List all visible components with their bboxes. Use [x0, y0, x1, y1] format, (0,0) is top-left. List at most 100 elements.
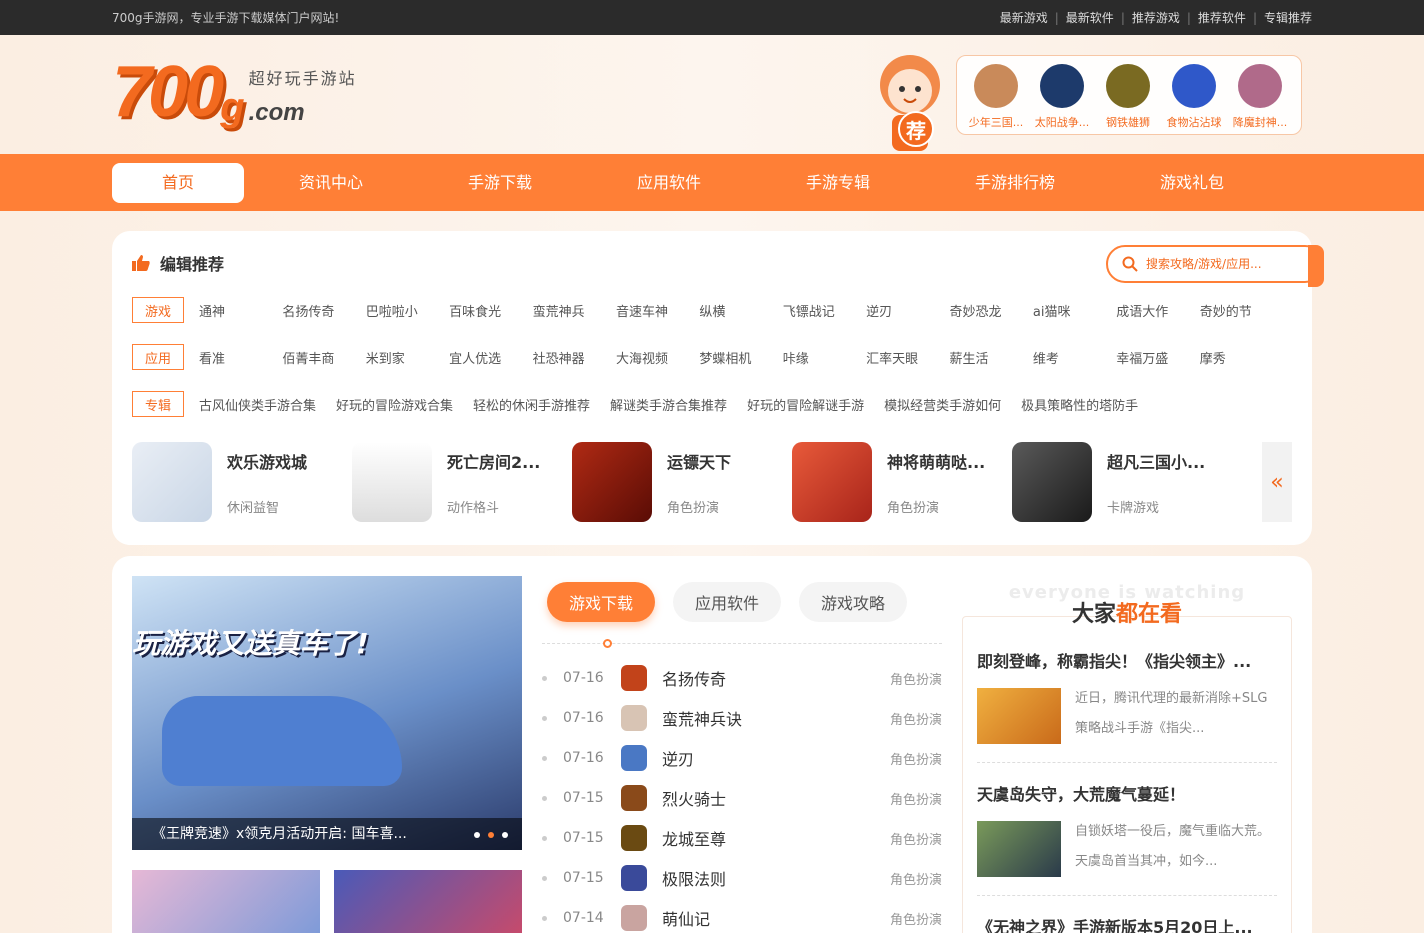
- rec-game-item[interactable]: 食物沾沾球: [1161, 64, 1227, 134]
- album-link[interactable]: 解谜类手游合集推荐: [610, 395, 727, 414]
- banner-caption[interactable]: 《王牌竞速》x领克月活动开启: 国车喜...: [132, 818, 522, 850]
- app-link[interactable]: 社恐神器: [533, 348, 616, 367]
- app-link[interactable]: 汇率天眼: [866, 348, 949, 367]
- article-thumbnail[interactable]: [977, 688, 1061, 744]
- banner-dot[interactable]: [502, 832, 508, 838]
- rec-game-item[interactable]: 少年三国...: [963, 64, 1029, 134]
- list-item[interactable]: 07-14 萌仙记 角色扮演: [542, 898, 942, 933]
- list-game-name[interactable]: 龙城至尊: [662, 826, 890, 850]
- tag-albums[interactable]: 专辑: [132, 391, 184, 417]
- search-box[interactable]: [1106, 245, 1324, 283]
- banner-slider[interactable]: 玩游戏又送真车了! 《王牌竞速》x领克月活动开启: 国车喜...: [132, 576, 522, 850]
- app-link[interactable]: 大海视频: [616, 348, 699, 367]
- banner-dot-active[interactable]: [488, 832, 494, 838]
- nav-albums[interactable]: 手游专辑: [756, 163, 920, 203]
- search-input[interactable]: [1146, 257, 1306, 271]
- tab-guides[interactable]: 游戏攻略: [799, 582, 908, 622]
- nav-game-download[interactable]: 手游下载: [418, 163, 582, 203]
- game-card-name: 欢乐游戏城: [227, 452, 308, 472]
- app-link[interactable]: 宜人优选: [449, 348, 532, 367]
- top-link-albums[interactable]: 专辑推荐: [1264, 9, 1312, 26]
- rec-game-icon: [1106, 64, 1150, 108]
- game-link[interactable]: 纵横: [699, 301, 782, 320]
- game-link[interactable]: 蛮荒神兵: [533, 301, 616, 320]
- nav-apps[interactable]: 应用软件: [582, 163, 756, 203]
- game-link[interactable]: 成语大作: [1116, 301, 1199, 320]
- game-link[interactable]: 巴啦啦小: [366, 301, 449, 320]
- album-link[interactable]: 极具策略性的塔防手: [1021, 395, 1138, 414]
- list-item[interactable]: 07-16 蛮荒神兵诀 角色扮演: [542, 698, 942, 738]
- top-link-rec-games[interactable]: 推荐游戏: [1132, 9, 1180, 26]
- top-link-new-apps[interactable]: 最新软件: [1066, 9, 1114, 26]
- game-card[interactable]: 运镖天下 角色扮演: [572, 442, 792, 522]
- game-link[interactable]: 百味食光: [449, 301, 532, 320]
- app-link[interactable]: 幸福万盛: [1116, 348, 1199, 367]
- app-link[interactable]: 维考: [1033, 348, 1116, 367]
- rec-game-item[interactable]: 钢铁雄狮: [1095, 64, 1161, 134]
- game-card[interactable]: 超凡三国小... 卡牌游戏: [1012, 442, 1232, 522]
- game-card[interactable]: 神将萌萌哒... 角色扮演: [792, 442, 1012, 522]
- album-link[interactable]: 好玩的冒险游戏合集: [336, 395, 453, 414]
- app-link[interactable]: 佰菁丰商: [282, 348, 365, 367]
- nav-home[interactable]: 首页: [112, 162, 244, 203]
- list-item[interactable]: 07-15 极限法则 角色扮演: [542, 858, 942, 898]
- article-title[interactable]: 天虞岛失守，大荒魔气蔓延！: [977, 781, 1277, 805]
- banner-dot[interactable]: [474, 832, 480, 838]
- list-item[interactable]: 07-15 烈火骑士 角色扮演: [542, 778, 942, 818]
- article-item[interactable]: 《无神之界》手游新版本5月20日上...: [977, 914, 1277, 933]
- album-link[interactable]: 模拟经营类手游如何: [884, 395, 1001, 414]
- album-link[interactable]: 轻松的休闲手游推荐: [473, 395, 590, 414]
- article-thumbnail[interactable]: [977, 821, 1061, 877]
- list-game-name[interactable]: 烈火骑士: [662, 786, 890, 810]
- game-link[interactable]: 通神: [199, 301, 282, 320]
- nav-gifts[interactable]: 游戏礼包: [1110, 163, 1274, 203]
- tab-apps[interactable]: 应用软件: [673, 582, 782, 622]
- rec-game-item[interactable]: 太阳战争...: [1029, 64, 1095, 134]
- app-link[interactable]: 薪生活: [950, 348, 1033, 367]
- list-game-name[interactable]: 名扬传奇: [662, 666, 890, 690]
- app-link[interactable]: 看准: [199, 348, 282, 367]
- article-item[interactable]: 即刻登峰，称霸指尖！《指尖领主》... 近日，腾讯代理的最新消除+SLG策略战斗…: [977, 648, 1277, 763]
- nav-rankings[interactable]: 手游排行榜: [920, 163, 1110, 203]
- list-game-name[interactable]: 逆刃: [662, 746, 890, 770]
- nav-news[interactable]: 资讯中心: [244, 163, 418, 203]
- app-link[interactable]: 米到家: [366, 348, 449, 367]
- article-title[interactable]: 即刻登峰，称霸指尖！《指尖领主》...: [977, 648, 1277, 672]
- game-card[interactable]: 死亡房间2... 动作格斗: [352, 442, 572, 522]
- rec-game-item[interactable]: 降魔封神...: [1227, 64, 1293, 134]
- banner-thumbnail[interactable]: [132, 870, 320, 933]
- app-link[interactable]: 摩秀: [1200, 348, 1283, 367]
- banner-thumbnail[interactable]: [334, 870, 522, 933]
- tag-games[interactable]: 游戏: [132, 297, 184, 323]
- list-item[interactable]: 07-15 龙城至尊 角色扮演: [542, 818, 942, 858]
- article-item[interactable]: 天虞岛失守，大荒魔气蔓延！ 自锁妖塔一役后，魔气重临大荒。 天虞岛首当其冲，如今…: [977, 781, 1277, 896]
- album-link[interactable]: 好玩的冒险解谜手游: [747, 395, 864, 414]
- top-link-rec-apps[interactable]: 推荐软件: [1198, 9, 1246, 26]
- game-link[interactable]: 名扬传奇: [282, 301, 365, 320]
- game-card[interactable]: 欢乐游戏城 休闲益智: [132, 442, 352, 522]
- list-game-name[interactable]: 极限法则: [662, 866, 890, 890]
- game-link[interactable]: 奇妙恐龙: [950, 301, 1033, 320]
- tab-game-download[interactable]: 游戏下载: [547, 582, 656, 622]
- app-link[interactable]: 咔缘: [783, 348, 866, 367]
- app-link[interactable]: 梦蝶相机: [699, 348, 782, 367]
- game-link[interactable]: 音速车神: [616, 301, 699, 320]
- recommend-badge: 荐: [898, 111, 934, 147]
- cards-prev-arrow-icon[interactable]: «: [1262, 442, 1292, 522]
- search-icon[interactable]: [1122, 256, 1138, 272]
- article-title[interactable]: 《无神之界》手游新版本5月20日上...: [977, 914, 1277, 933]
- top-link-new-games[interactable]: 最新游戏: [1000, 9, 1048, 26]
- album-link[interactable]: 古风仙侠类手游合集: [199, 395, 316, 414]
- list-game-category: 角色扮演: [889, 872, 942, 888]
- game-link[interactable]: 逆刃: [866, 301, 949, 320]
- game-link[interactable]: ai猫咪: [1033, 301, 1116, 320]
- watching-header: everyone is watching 大家都在看: [962, 582, 1292, 627]
- list-item[interactable]: 07-16 逆刃 角色扮演: [542, 738, 942, 778]
- game-link[interactable]: 奇妙的节: [1200, 301, 1283, 320]
- game-link[interactable]: 飞镖战记: [783, 301, 866, 320]
- list-item[interactable]: 07-16 名扬传奇 角色扮演: [542, 658, 942, 698]
- tag-apps[interactable]: 应用: [132, 344, 184, 370]
- list-game-name[interactable]: 蛮荒神兵诀: [662, 706, 890, 730]
- site-logo[interactable]: 700 g 超好玩手游站 .com: [112, 56, 357, 128]
- list-game-name[interactable]: 萌仙记: [662, 906, 890, 930]
